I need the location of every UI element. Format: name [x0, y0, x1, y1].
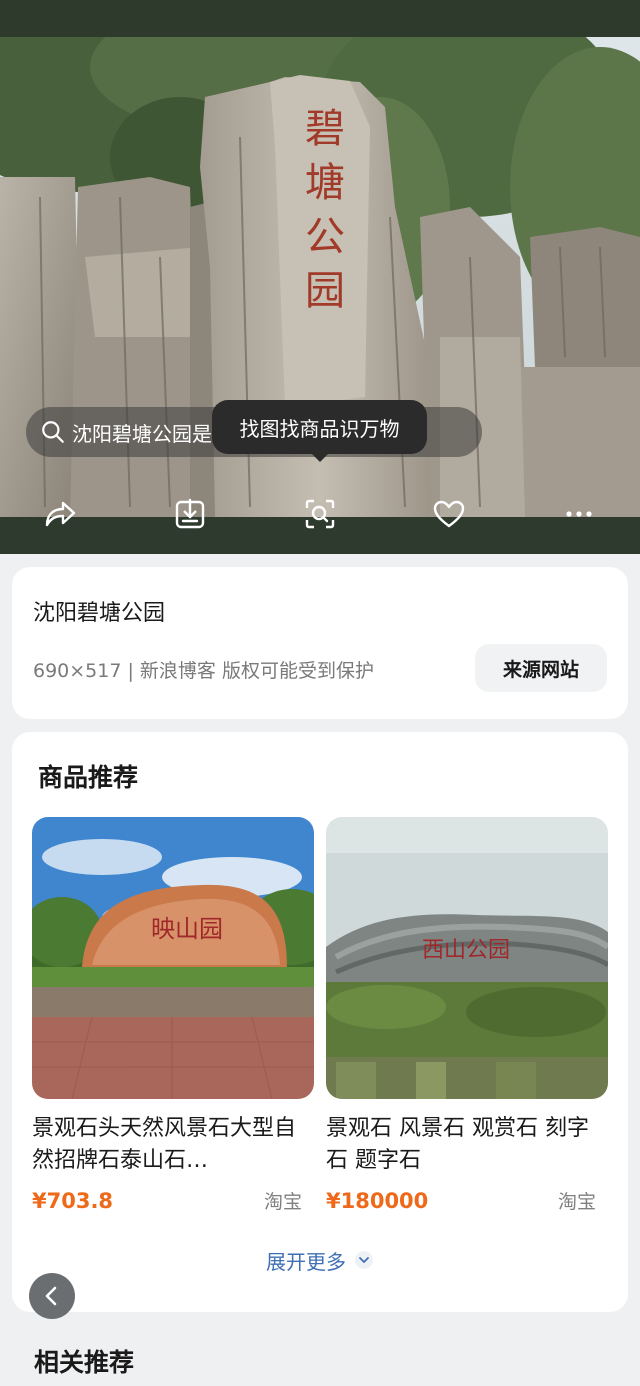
source-website-button[interactable]: 来源网站 — [475, 644, 607, 692]
product-name[interactable]: 景观石 风景石 观赏石 刻字石 题字石 — [326, 1113, 608, 1177]
back-button[interactable] — [29, 1273, 75, 1319]
scan-tooltip: 找图找商品识万物 — [212, 400, 427, 454]
chevron-left-icon — [45, 1286, 57, 1306]
image-meta: 690×517 | 新浪博客 版权可能受到保护 — [33, 660, 374, 682]
image-title: 沈阳碧塘公园 — [33, 601, 166, 626]
chevron-down-icon — [355, 1251, 373, 1269]
share-icon — [45, 501, 76, 527]
image-inscription: 西山公园 — [422, 938, 510, 963]
image-info-card: 沈阳碧塘公园 690×517 | 新浪博客 版权可能受到保护 来源网站 — [12, 567, 628, 719]
search-icon — [42, 421, 64, 443]
product-footer: ¥703.8 淘宝 — [32, 1187, 314, 1214]
scan-button[interactable] — [300, 494, 340, 534]
heart-icon — [433, 500, 465, 528]
product-price: ¥180000 — [326, 1188, 429, 1213]
hero-image-viewer: 碧塘公园 沈阳碧塘公园是公园 找图找商品识万物 — [0, 0, 640, 554]
image-inscription: 映山园 — [151, 915, 223, 943]
expand-more-button[interactable]: 展开更多 — [12, 1245, 628, 1275]
expand-more-label: 展开更多 — [266, 1249, 346, 1274]
product-name[interactable]: 景观石头天然风景石大型自然招牌石泰山石… — [32, 1113, 314, 1177]
product-item[interactable]: 映山园 景观石头天然风景石大型自然招牌石泰山石… ¥703.8 淘宝 — [22, 817, 337, 1214]
related-section-title: 相关推荐 — [34, 1348, 135, 1377]
product-shop: 淘宝 — [263, 1191, 302, 1213]
more-button[interactable] — [559, 494, 599, 534]
product-price: ¥703.8 — [32, 1188, 114, 1213]
section-title: 商品推荐 — [38, 763, 139, 792]
product-image[interactable]: 映山园 — [22, 817, 337, 1100]
download-button[interactable] — [170, 494, 210, 534]
download-icon — [175, 498, 205, 529]
share-button[interactable] — [40, 494, 80, 534]
product-image[interactable]: 西山公园 — [326, 817, 610, 1099]
product-shop: 淘宝 — [557, 1191, 596, 1213]
product-item[interactable]: 西山公园 景观石 风景石 观赏石 刻字石 题字石 ¥180000 淘宝 — [326, 817, 610, 1214]
more-icon — [566, 511, 592, 517]
product-footer: ¥180000 淘宝 — [326, 1187, 608, 1214]
tooltip-arrow — [310, 452, 330, 462]
favorite-button[interactable] — [429, 494, 469, 534]
scan-icon — [305, 499, 335, 529]
product-recommendation-card: 商品推荐 映山园 景观石头天然风景石大型自然招牌石泰山石… ¥703.8 淘宝 — [12, 732, 628, 1312]
